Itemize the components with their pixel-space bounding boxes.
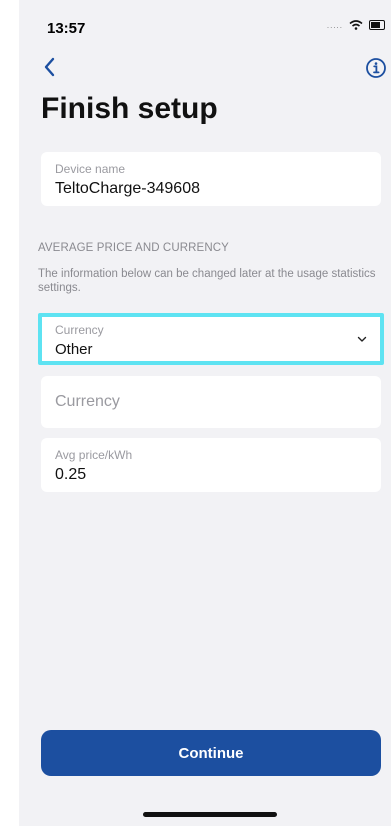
status-indicators: ..... [327, 20, 385, 30]
section-help-text: The information below can be changed lat… [38, 268, 376, 294]
navigation-bar [19, 52, 391, 82]
currency-select-label: Currency [55, 323, 104, 337]
status-time: 13:57 [47, 20, 86, 37]
avg-price-label: Avg price/kWh [55, 448, 133, 462]
currency-input-field[interactable] [41, 376, 381, 428]
device-name-field[interactable]: Device name TeltoCharge-349608 [41, 152, 381, 206]
battery-icon [369, 20, 385, 30]
continue-button[interactable]: Continue [41, 730, 381, 776]
currency-input[interactable] [55, 390, 355, 414]
app-screen: 13:57 ..... Finish setup Device name Tel… [19, 0, 391, 826]
signal-icon: ..... [326, 20, 343, 30]
section-header: AVERAGE PRICE AND CURRENCY [38, 242, 229, 254]
device-name-value: TeltoCharge-349608 [55, 180, 200, 197]
back-chevron-icon[interactable] [39, 54, 61, 80]
status-bar: 13:57 ..... [19, 0, 391, 44]
info-icon[interactable] [365, 57, 387, 79]
chevron-down-icon [357, 336, 367, 342]
avg-price-value: 0.25 [55, 466, 87, 483]
currency-select-value: Other [55, 341, 93, 358]
wifi-icon [349, 20, 363, 30]
device-name-label: Device name [55, 162, 126, 176]
page-title: Finish setup [41, 92, 218, 125]
avg-price-field[interactable]: Avg price/kWh 0.25 [41, 438, 381, 492]
currency-select[interactable]: Currency Other [38, 313, 384, 365]
home-indicator [143, 812, 277, 817]
